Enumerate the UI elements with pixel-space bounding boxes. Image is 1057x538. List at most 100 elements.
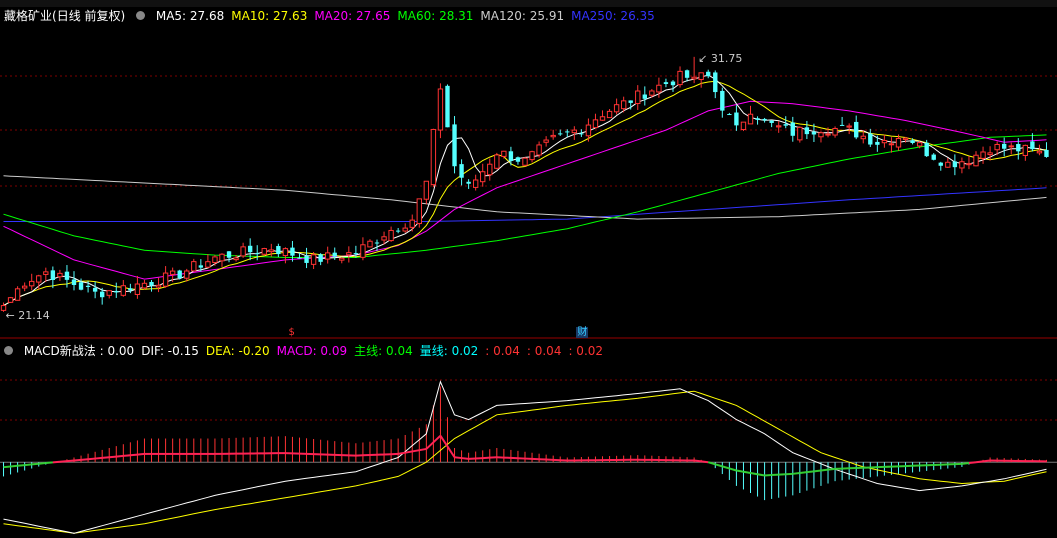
legend-item: : 0.02: [568, 344, 604, 358]
candle-body-down: [304, 255, 309, 263]
settings-circle-icon[interactable]: [4, 346, 13, 355]
legend-item: 量线: 0.02: [419, 344, 479, 358]
candle-body-down: [508, 151, 514, 161]
candle-body-up: [649, 90, 655, 96]
candle-body-down: [374, 242, 380, 244]
candle-body-down: [868, 133, 873, 145]
macd-main-line-segment: [73, 458, 82, 462]
candle-body-down: [924, 142, 929, 157]
candle-body-down: [875, 141, 880, 145]
ma5-line: [3, 74, 1047, 307]
macd-main-line-segment: [432, 434, 442, 444]
candle-body-down: [149, 281, 154, 286]
candle-body-up: [43, 271, 49, 275]
candle-body-down: [910, 140, 915, 144]
candle-body-down: [706, 71, 711, 77]
macd-main-line-segment: [461, 457, 469, 460]
candle-body-down: [734, 112, 739, 126]
macd-main-line-segment: [722, 465, 730, 470]
candle-body-up: [959, 161, 965, 169]
candle-body-up: [691, 76, 697, 80]
candle-body-down: [628, 100, 633, 103]
candle-body-down: [1030, 141, 1035, 150]
candle-body-up: [902, 137, 909, 141]
event-marker[interactable]: 财: [576, 327, 589, 338]
stock-chart-canvas[interactable]: [0, 0, 1057, 538]
candle-body-up: [945, 161, 951, 168]
macd-main-line-segment: [130, 453, 138, 457]
candle-body-up: [29, 280, 35, 287]
candle-body-up: [36, 275, 42, 283]
candle-body-down: [318, 254, 323, 262]
candle-body-down: [558, 133, 563, 135]
candle-body-up: [494, 154, 500, 169]
legend-item: DEA: -0.20: [205, 344, 270, 358]
macd-main-line-segment: [813, 469, 822, 473]
candle-body-up: [987, 152, 993, 156]
candle-body-up: [832, 127, 838, 136]
stock-name[interactable]: 藏格矿业: [4, 9, 52, 23]
candle-body-down: [92, 287, 98, 292]
candle-body-up: [430, 128, 437, 186]
candle-body-up: [585, 124, 592, 137]
ma250-line: [3, 187, 1047, 222]
candle-body-down: [226, 251, 232, 258]
price-chart-header: 藏格矿业(日线 前复权) MA5: 27.68 MA10: 27.63 MA20: …: [4, 8, 669, 24]
candle-body-down: [938, 162, 943, 166]
candle-body-down: [931, 154, 936, 160]
macd-main-line-segment: [52, 460, 60, 464]
candle-body-up: [635, 90, 641, 105]
ma-legend: MA5: 27.68 MA10: 27.63 MA20: 27.65 MA60: 28…: [156, 9, 662, 23]
candle-body-up: [388, 229, 394, 242]
candle-body-up: [205, 261, 211, 268]
candle-body-down: [71, 279, 77, 286]
macd-main-line-segment: [66, 459, 75, 463]
candle-body-up: [487, 163, 493, 176]
candle-body-up: [776, 125, 782, 128]
candle-body-down: [811, 131, 817, 135]
candle-body-down: [1016, 143, 1021, 152]
low-price-value: 21.14: [18, 308, 50, 322]
macd-main-line-segment: [38, 462, 46, 465]
candle-body-down: [452, 124, 457, 167]
macd-main-line-segment: [419, 447, 427, 452]
candle-body-up: [888, 143, 895, 146]
candle-body-up: [416, 198, 422, 225]
candle-body-up: [677, 70, 683, 86]
candle-body-down: [1002, 143, 1007, 149]
candle-body-down: [515, 157, 521, 162]
macd-main-line-segment: [123, 454, 131, 457]
macd-main-line-segment: [80, 458, 89, 461]
candle-body-up: [1008, 145, 1014, 148]
macd-main-line-segment: [806, 470, 815, 474]
candle-body-down: [445, 85, 450, 128]
candle-body-down: [114, 290, 119, 293]
macd-main-line-segment: [439, 435, 449, 448]
candle-body-down: [952, 161, 958, 168]
candle-body-up: [310, 254, 317, 265]
candle-body-up: [592, 119, 599, 129]
legend-item: 主线: 0.04: [354, 344, 413, 358]
macd-main-line-segment: [24, 463, 32, 467]
candle-body-up: [212, 256, 218, 263]
candle-body-up: [7, 297, 14, 303]
macd-main-line-segment: [701, 460, 709, 464]
macd-main-line-segment: [736, 469, 744, 473]
candle-body-down: [642, 94, 647, 99]
macd-main-line-segment: [743, 470, 751, 474]
macd-main-line-segment: [17, 464, 25, 467]
candle-body-up: [818, 132, 824, 138]
candle-body-down: [839, 124, 845, 126]
legend-item: MA250: 26.35: [571, 9, 655, 23]
candle-body-up: [698, 72, 704, 80]
candle-body-down: [50, 270, 56, 280]
chart-period: (日线 前复权): [52, 9, 126, 23]
candle-body-up: [367, 240, 373, 248]
macd-main-line-segment: [714, 463, 723, 468]
event-marker[interactable]: $: [287, 327, 295, 338]
candle-body-up: [740, 121, 747, 131]
candle-body-down: [670, 81, 676, 86]
candle-body-up: [141, 282, 148, 289]
settings-circle-icon[interactable]: [136, 11, 146, 20]
macd-main-line-segment: [975, 460, 984, 464]
